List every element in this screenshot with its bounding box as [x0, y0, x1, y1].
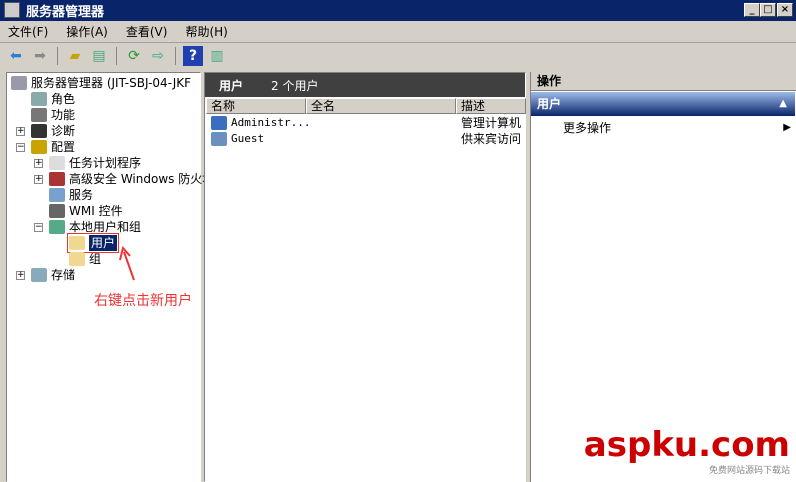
server-manager-icon — [11, 76, 27, 90]
menu-action[interactable]: 操作(A) — [66, 23, 108, 40]
storage-icon — [31, 268, 47, 282]
tree-item[interactable]: 用户 — [66, 233, 120, 253]
tree-item[interactable]: 诊断 — [31, 123, 75, 139]
collapse-icon[interactable]: ▲ — [779, 92, 787, 116]
tree-label: 服务 — [69, 188, 94, 202]
user-icon — [211, 116, 227, 130]
tree-label: 角色 — [51, 92, 76, 106]
tree-item[interactable]: WMI 控件 — [49, 203, 123, 219]
features-icon — [31, 108, 47, 122]
results-header: 用户 2 个用户 — [205, 73, 525, 97]
console-tree: 服务器管理器 (JIT-SBJ-04-JKF 角色功能 + 诊断 − 配置 + 任务计划程序… — [6, 72, 214, 482]
menu-bar: 文件(F) 操作(A) 查看(V) 帮助(H) — [0, 21, 796, 43]
toolbar: ⬅ ➡ ▰ ▤ ⟳ ⇨ ? ▥ — [0, 44, 796, 68]
folder-icon — [69, 236, 85, 250]
column-name[interactable]: 名称 — [206, 98, 306, 114]
menu-file[interactable]: 文件(F) — [8, 23, 48, 40]
menu-help[interactable]: 帮助(H) — [185, 23, 227, 40]
tree-label: 任务计划程序 — [69, 156, 142, 170]
clock-icon — [49, 156, 65, 170]
annotation-text: 右键点击新用户 — [94, 293, 192, 309]
separator — [57, 47, 58, 65]
user-disabled-icon — [211, 132, 227, 146]
expander-toggle[interactable]: + — [16, 127, 25, 136]
configuration-icon — [31, 140, 47, 154]
roles-icon — [31, 92, 47, 106]
diagnostics-icon — [31, 124, 47, 138]
tree-item[interactable]: 角色 — [31, 91, 75, 107]
tree-label: 功能 — [51, 108, 76, 122]
up-folder-icon[interactable]: ▰ — [65, 46, 85, 66]
actions-pane: 操作 用户 ▲ 更多操作 ▶ — [530, 72, 796, 482]
cell-name: Administr... — [231, 116, 311, 129]
watermark-brand: aspku.com — [583, 425, 790, 465]
actions-title: 操作 — [531, 72, 796, 91]
expander-toggle[interactable]: − — [16, 143, 25, 152]
tree-item[interactable]: 组 — [69, 251, 101, 267]
section-label: 用户 — [537, 97, 562, 111]
show-hide-action-icon[interactable]: ▥ — [207, 46, 227, 66]
separator — [116, 47, 117, 65]
annotation-arrow — [119, 246, 135, 281]
tree-item[interactable]: 服务 — [49, 187, 93, 203]
gear-icon — [49, 188, 65, 202]
minimize-button[interactable]: _ — [744, 3, 760, 17]
window-title: 服务器管理器 — [26, 5, 105, 20]
tree-label: 诊断 — [51, 124, 76, 138]
submenu-arrow-icon: ▶ — [783, 122, 791, 133]
results-title: 用户 — [219, 78, 244, 93]
tree-root[interactable]: 服务器管理器 (JIT-SBJ-04-JKF — [11, 75, 191, 91]
expander-toggle[interactable]: + — [16, 271, 25, 280]
cell-description: 管理计算机 — [461, 116, 522, 130]
expander-toggle[interactable]: − — [34, 223, 43, 232]
results-count: 2 个用户 — [271, 78, 319, 93]
menu-view[interactable]: 查看(V) — [126, 23, 168, 40]
wmi-icon — [49, 204, 65, 218]
table-row[interactable]: Guest 供来宾访问 — [211, 131, 525, 147]
tree-item[interactable]: 任务计划程序 — [49, 155, 141, 171]
tree-label: 存储 — [51, 268, 76, 282]
back-icon[interactable]: ⬅ — [6, 46, 26, 66]
firewall-icon — [49, 172, 65, 186]
column-description[interactable]: 描述 — [456, 98, 526, 114]
expander-toggle[interactable]: + — [34, 159, 43, 168]
forward-icon[interactable]: ➡ — [30, 46, 50, 66]
title-bar: 服务器管理器 — [0, 0, 796, 21]
show-hide-tree-icon[interactable]: ▤ — [89, 46, 109, 66]
tree-label: 服务器管理器 (JIT-SBJ-04-JKF — [31, 76, 192, 90]
tree-item[interactable]: 本地用户和组 — [49, 219, 141, 235]
maximize-button[interactable]: □ — [760, 3, 776, 17]
watermark: aspku.com 免费网站源码下载站 — [584, 427, 790, 476]
cell-description: 供来宾访问 — [461, 132, 522, 146]
tree-item[interactable]: 存储 — [31, 267, 75, 283]
app-icon — [4, 2, 20, 18]
tree-item[interactable]: 高级安全 Windows 防火墙 — [49, 171, 214, 187]
table-row[interactable]: Administr... 管理计算机 — [211, 115, 525, 131]
tree-label: 本地用户和组 — [69, 220, 142, 234]
refresh-icon[interactable]: ⟳ — [124, 46, 144, 66]
export-icon[interactable]: ⇨ — [148, 46, 168, 66]
tree-label: 用户 — [89, 235, 118, 251]
tree-label: 高级安全 Windows 防火墙 — [69, 172, 215, 186]
expander-toggle[interactable]: + — [34, 175, 43, 184]
column-fullname[interactable]: 全名 — [306, 98, 456, 114]
folder-icon — [69, 252, 85, 266]
action-more-actions[interactable]: 更多操作 ▶ — [563, 120, 791, 136]
tree-item[interactable]: 配置 — [31, 139, 75, 155]
tree-label: WMI 控件 — [69, 204, 123, 218]
tree-item[interactable]: 功能 — [31, 107, 75, 123]
close-button[interactable]: × — [777, 3, 793, 17]
help-icon[interactable]: ? — [183, 46, 203, 66]
cell-name: Guest — [231, 132, 265, 145]
users-group-icon — [49, 220, 65, 234]
tree-label: 配置 — [51, 140, 76, 154]
separator — [175, 47, 176, 65]
results-pane: 用户 2 个用户 名称 全名 描述 Administr... 管理计算机 Guest… — [204, 72, 526, 482]
actions-section-users[interactable]: 用户 ▲ — [531, 92, 795, 116]
tree-label: 组 — [89, 252, 102, 266]
action-label: 更多操作 — [563, 121, 612, 135]
